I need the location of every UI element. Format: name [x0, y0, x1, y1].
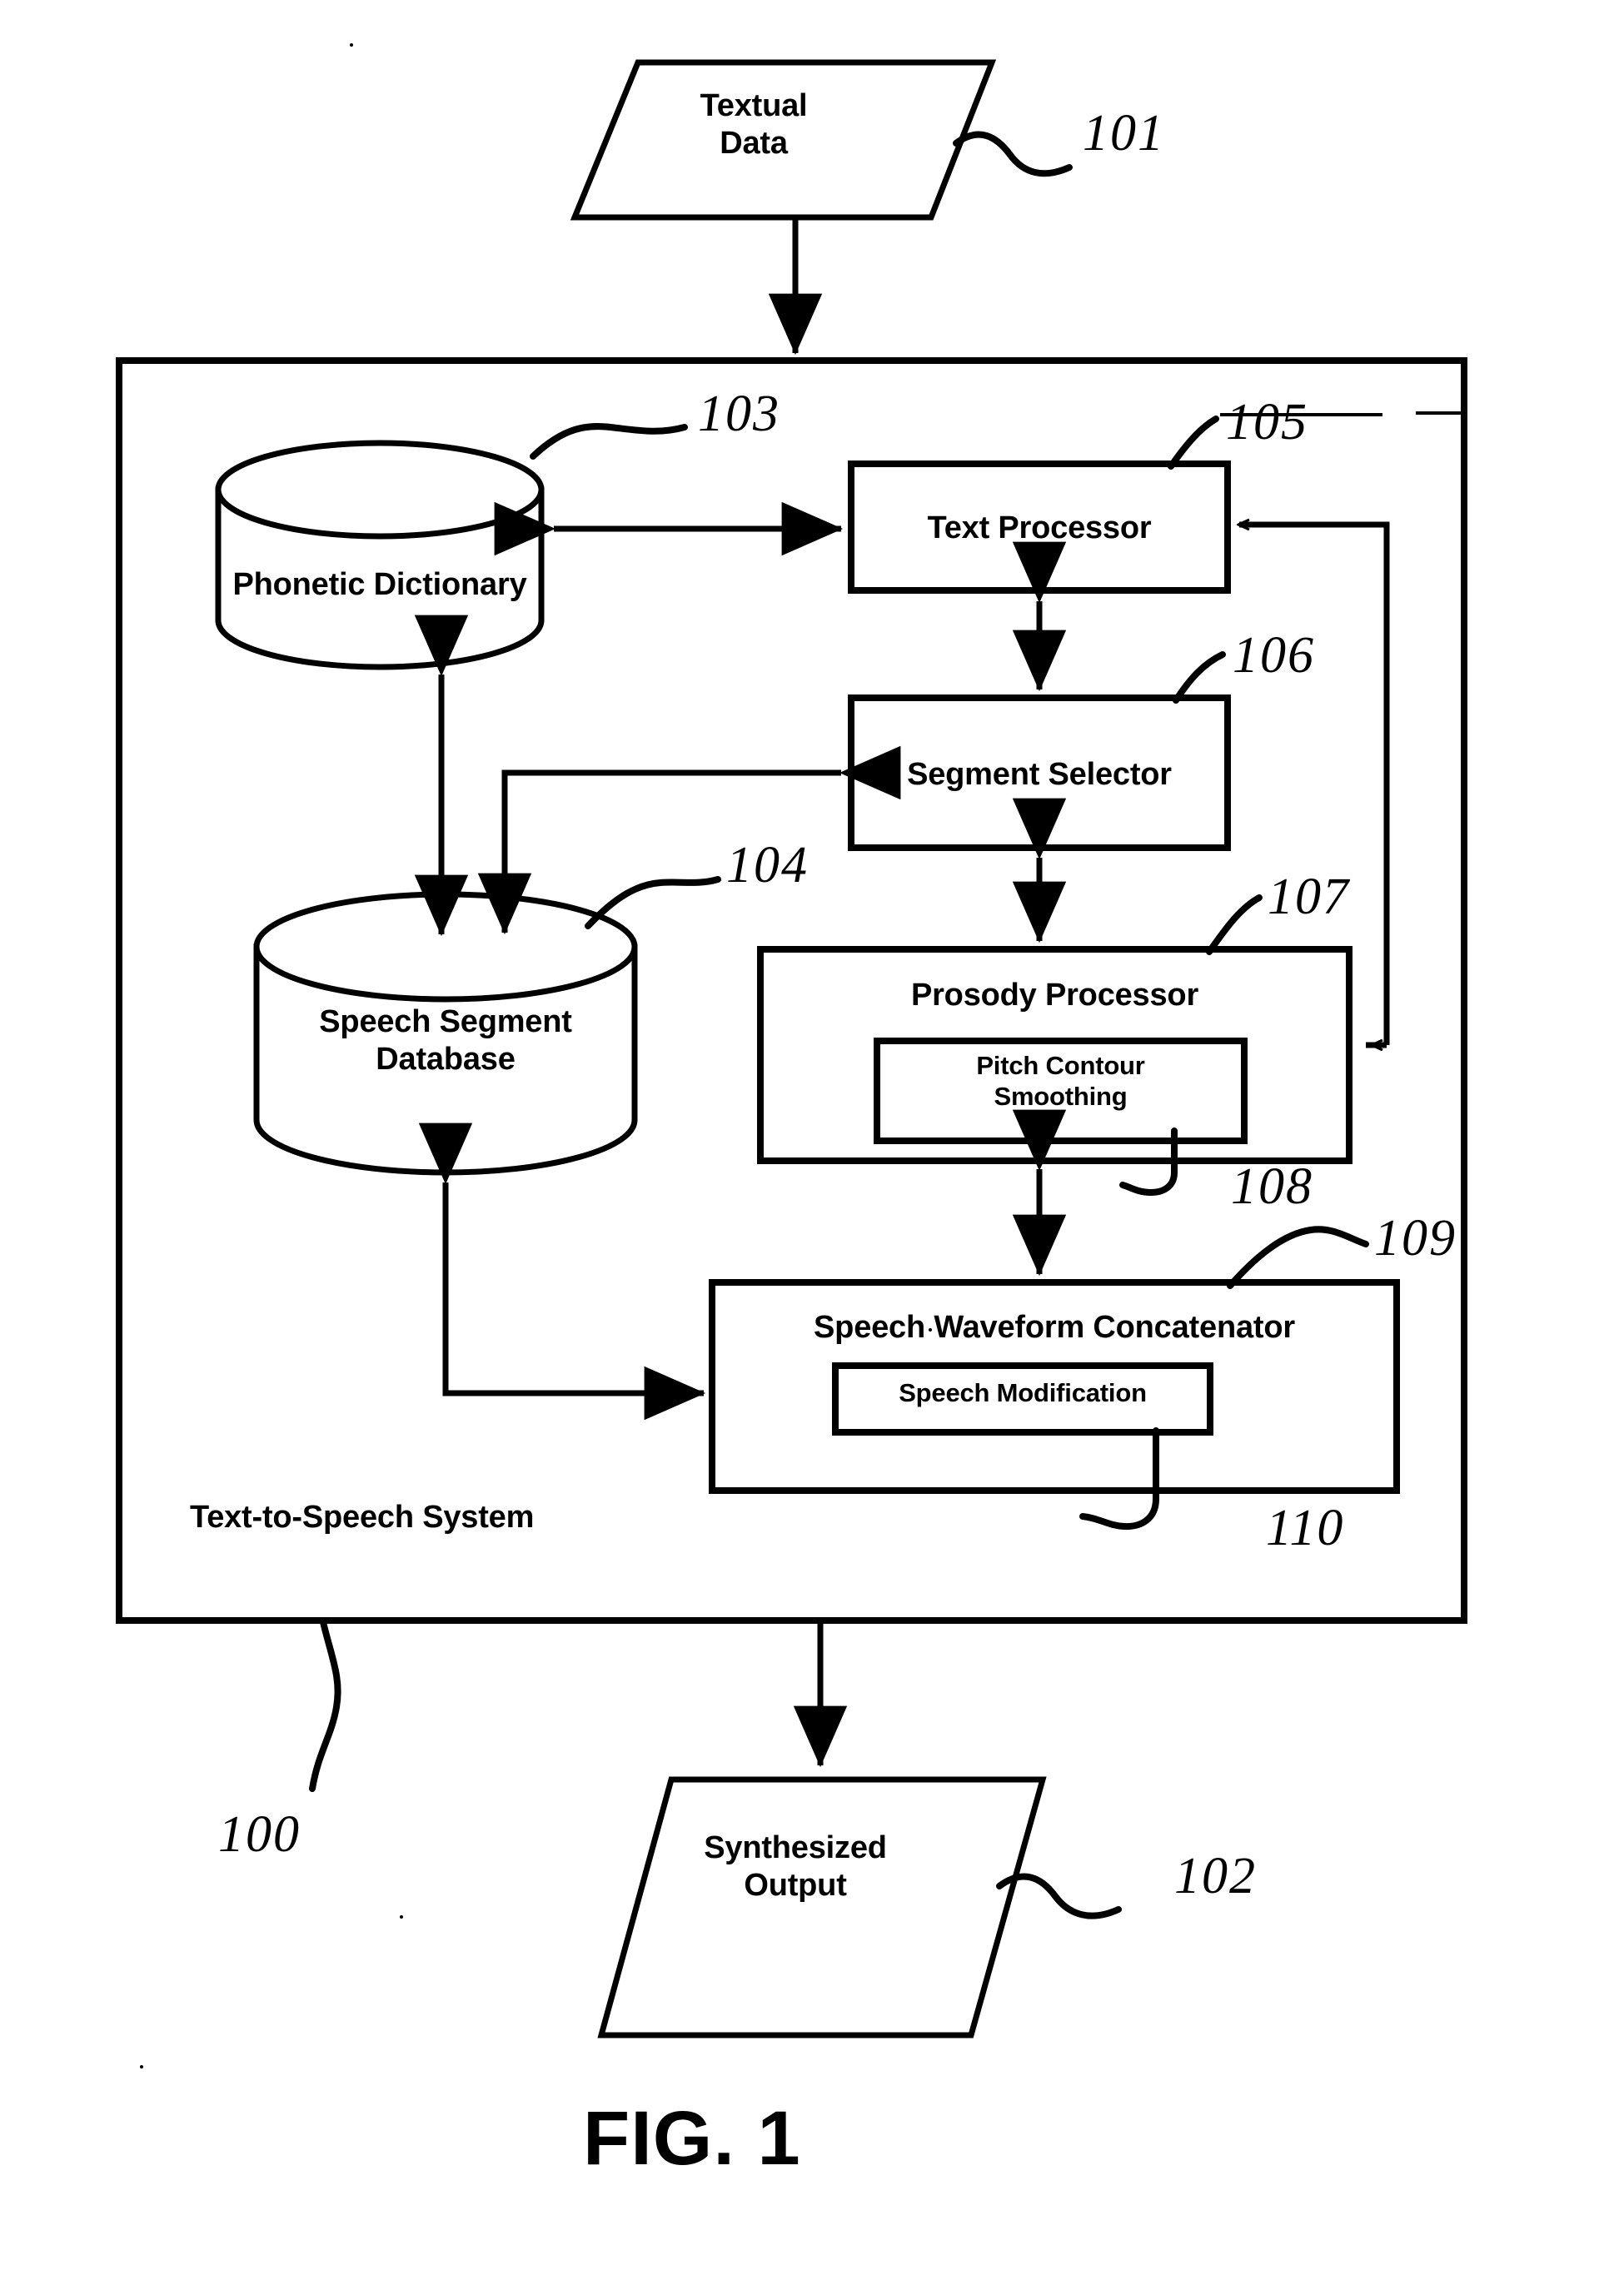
ref-109-leader	[1227, 1226, 1369, 1289]
ref-103-leader	[530, 423, 688, 460]
figure-page: Textual Data 101 Phonetic Dictionary 103…	[0, 0, 1624, 2275]
scan-speck	[140, 2065, 143, 2068]
speech-modification-label: Speech Modification	[899, 1378, 1147, 1407]
ref-105: 105	[1226, 394, 1308, 451]
ref-103: 103	[698, 386, 780, 442]
ref-102: 102	[1174, 1848, 1257, 1904]
ref-104: 104	[726, 837, 809, 894]
ref-108: 108	[1231, 1158, 1313, 1215]
ref-110: 110	[1266, 1500, 1345, 1556]
ref-100-leader	[309, 1619, 341, 1792]
prosody-processor-label: Prosody Processor	[910, 978, 1199, 1013]
figure-caption: FIG. 1	[583, 2096, 801, 2181]
system-boundary-label: Text-to-Speech System	[190, 1500, 535, 1535]
ref-106-leader	[1173, 651, 1226, 704]
ref-100: 100	[218, 1806, 301, 1863]
scan-speck	[929, 1328, 932, 1332]
pitch-contour-smoothing-label: Pitch Contour Smoothing	[976, 1051, 1145, 1111]
ref-107-leader	[1206, 894, 1263, 955]
phonetic-dictionary-label: Phonetic Dictionary	[232, 567, 527, 602]
synthesized-output-shape	[597, 1776, 1047, 2039]
scan-speck	[400, 1915, 403, 1919]
textual-data-label: Textual Data	[700, 88, 808, 161]
phonetic-dictionary-shape	[215, 440, 545, 670]
patent-figure-drawing	[116, 59, 1467, 2039]
speech-waveform-concatenator-label: Speech Waveform Concatenator	[814, 1310, 1295, 1345]
ref-107: 107	[1268, 869, 1350, 925]
speech-segment-database-label: Speech Segment Database	[319, 1004, 572, 1077]
ref-105-leader	[1168, 416, 1219, 470]
segment-selector-label: Segment Selector	[907, 757, 1172, 792]
ref-101: 101	[1083, 105, 1165, 162]
synthesized-output-label: Synthesized Output	[704, 1830, 887, 1903]
connector-segmentdb-concatenator	[418, 1123, 706, 1421]
text-processor-label: Text Processor	[927, 510, 1152, 545]
ref-109: 109	[1374, 1210, 1457, 1267]
ref-101-leader	[953, 131, 1073, 177]
scan-speck	[350, 43, 353, 47]
ref-102-leader	[996, 1873, 1122, 1919]
ref-106: 106	[1233, 627, 1315, 684]
